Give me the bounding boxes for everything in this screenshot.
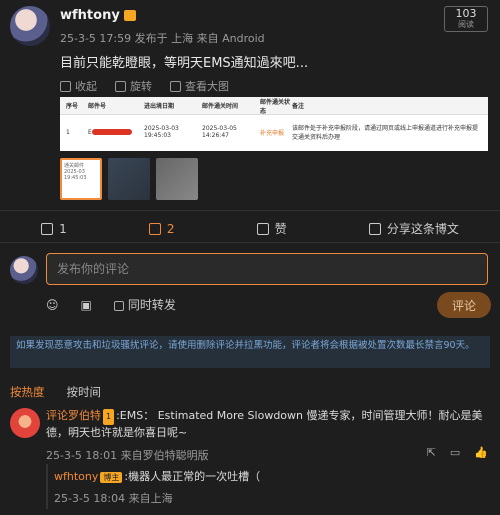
- like-label: 赞: [274, 222, 287, 236]
- post-image-table[interactable]: 序号 邮件号 进出境日期 邮件通关时间 邮件通关状态 备注 1 E 2025-0…: [60, 97, 488, 151]
- thumbnail-text: 通关邮件 2025-03 19:45:03: [64, 163, 87, 181]
- table-row: 1 E 2025-03-03 19:45:03 2025-03-05 14:26…: [60, 115, 488, 149]
- post-actions: 1 2 赞 分享这条博文: [0, 220, 500, 237]
- views-counter: 103 阅读: [444, 6, 488, 32]
- tab-hot[interactable]: 按热度: [10, 384, 45, 400]
- collapse-button[interactable]: 收起: [60, 78, 97, 94]
- reply-icon[interactable]: ▭: [450, 446, 460, 459]
- author-badge: 博主: [100, 472, 123, 483]
- table-cell: 该邮件处于补充申报阶段，请通过网页或线上申报通道进行补充申报提交通关资料后办理: [292, 125, 479, 141]
- comment-button[interactable]: 2: [148, 220, 175, 237]
- table-header-cell: 序号: [66, 103, 79, 110]
- commenter-avatar[interactable]: [10, 408, 40, 438]
- also-repost-checkbox[interactable]: 同时转发: [113, 296, 176, 313]
- thumbnail-3[interactable]: [156, 158, 198, 200]
- reply-body: wfhtony 博主:機器人最正常的一次吐槽（: [54, 468, 490, 484]
- table-cell: 2025-03-03 19:45:03: [144, 125, 179, 139]
- vip-crown-icon: [123, 10, 136, 21]
- commenter-name[interactable]: 评论罗伯特: [46, 409, 101, 422]
- post-author[interactable]: wfhtony: [60, 8, 136, 23]
- reply-item: wfhtony 博主:機器人最正常的一次吐槽（ 25-3-5 18:04 来自上海: [46, 464, 490, 509]
- rotate-label: 旋转: [130, 80, 152, 93]
- share-icon[interactable]: ⇱: [427, 446, 436, 459]
- views-count: 103: [455, 7, 477, 20]
- magnify-icon: [170, 80, 181, 92]
- post-meta: 25-3-5 17:59 发布于 上海 来自 Android: [60, 32, 265, 45]
- repost-button[interactable]: 1: [41, 220, 67, 237]
- share-label: 分享这条博文: [386, 222, 459, 236]
- view-large-label: 查看大图: [185, 80, 229, 93]
- table-header-cell: 备注: [292, 103, 305, 110]
- thumbnail-2[interactable]: [108, 158, 150, 200]
- thumbs-up-icon[interactable]: 👍: [474, 446, 488, 459]
- reply-text: :機器人最正常的一次吐槽（: [124, 470, 261, 483]
- share-button[interactable]: 分享这条博文: [368, 220, 459, 237]
- comment-body: 评论罗伯特 1:EMS： Estimated More Slowdown 慢递专家…: [46, 408, 490, 441]
- views-label: 阅读: [458, 20, 474, 29]
- table-cell: E: [88, 129, 144, 136]
- emoji-icon[interactable]: ☺: [46, 298, 59, 312]
- weibo-post: wfhtony 25-3-5 17:59 发布于 上海 来自 Android 1…: [0, 0, 500, 515]
- table-cell: 补充申报: [260, 129, 285, 137]
- redaction-mark: [91, 129, 132, 135]
- table-header-cell: 进出境日期: [144, 103, 175, 110]
- comment-notice: 如果发现恶意攻击和垃圾骚扰评论，请使用删除评论并拉黑功能，评论者将会根据被处置次…: [10, 336, 490, 368]
- my-avatar[interactable]: [10, 256, 38, 284]
- comment-meta: 25-3-5 18:01 来自罗伯特聪明版: [46, 449, 209, 462]
- submit-comment-button[interactable]: 评论: [437, 292, 491, 318]
- image-icon[interactable]: ▣: [81, 298, 92, 312]
- rotate-button[interactable]: 旋转: [115, 78, 152, 94]
- table-header-cell: 邮件号: [88, 103, 107, 110]
- also-repost-label: 同时转发: [127, 298, 176, 312]
- comment-count: 2: [166, 221, 175, 236]
- fan-badge: 1: [103, 409, 115, 425]
- tab-time[interactable]: 按时间: [67, 384, 102, 400]
- rotate-icon: [115, 80, 126, 92]
- composer-tools: ☺ ▣ 同时转发: [46, 296, 176, 313]
- table-header-cell: 邮件通关时间: [202, 103, 239, 110]
- repost-icon: [41, 222, 54, 235]
- table-cell: 1: [66, 128, 70, 136]
- comment-actions: ⇱ ▭ 👍: [427, 446, 488, 459]
- repost-count: 1: [59, 221, 67, 236]
- table-header: 序号 邮件号 进出境日期 邮件通关时间 邮件通关状态 备注: [60, 97, 488, 115]
- image-thumbnails: 通关邮件 2025-03 19:45:03: [60, 158, 198, 200]
- table-header-cell: 邮件通关状态: [260, 98, 291, 115]
- thumbs-up-icon: [256, 222, 269, 235]
- table-cell: 2025-03-05 14:26:47: [202, 125, 237, 139]
- view-large-button[interactable]: 查看大图: [170, 78, 229, 94]
- thumbnail-1[interactable]: 通关邮件 2025-03 19:45:03: [60, 158, 102, 200]
- collapse-label: 收起: [75, 80, 97, 93]
- comment-input[interactable]: [46, 253, 488, 285]
- comment-icon: [148, 222, 161, 235]
- comment-sort-tabs: 按热度 按时间: [10, 384, 101, 400]
- reply-author[interactable]: wfhtony: [54, 470, 98, 483]
- divider: [0, 210, 500, 211]
- reply-meta: 25-3-5 18:04 来自上海: [54, 492, 173, 505]
- like-button[interactable]: 赞: [256, 220, 287, 237]
- collapse-icon: [60, 80, 71, 92]
- author-name[interactable]: wfhtony: [60, 8, 120, 23]
- share-icon: [368, 222, 381, 235]
- avatar[interactable]: [10, 6, 50, 46]
- checkbox-icon: [113, 300, 124, 311]
- post-text: 目前只能乾瞪眼，等明天EMS通知過來吧...: [60, 56, 309, 71]
- image-toolbar: 收起 旋转 查看大图: [60, 78, 229, 94]
- divider: [0, 242, 500, 243]
